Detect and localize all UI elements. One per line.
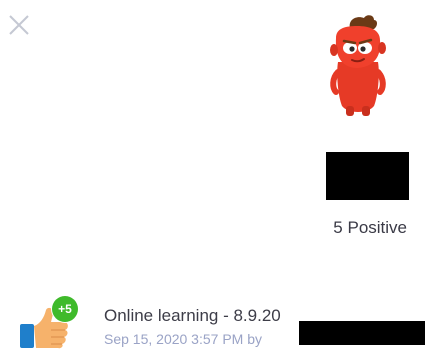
points-summary: 5 Positive <box>333 218 407 237</box>
close-icon <box>9 15 29 35</box>
monster-avatar-icon <box>330 15 386 116</box>
close-button[interactable] <box>8 14 30 36</box>
points-badge: +5 <box>52 296 78 322</box>
feedback-list-item[interactable]: +5 Online learning - 8.9.20 Sep 15, 2020… <box>18 296 425 349</box>
feedback-title: Online learning - 8.9.20 <box>104 306 281 325</box>
teacher-name-redacted <box>299 321 425 345</box>
student-name-redacted <box>326 152 409 200</box>
student-avatar <box>326 14 388 118</box>
